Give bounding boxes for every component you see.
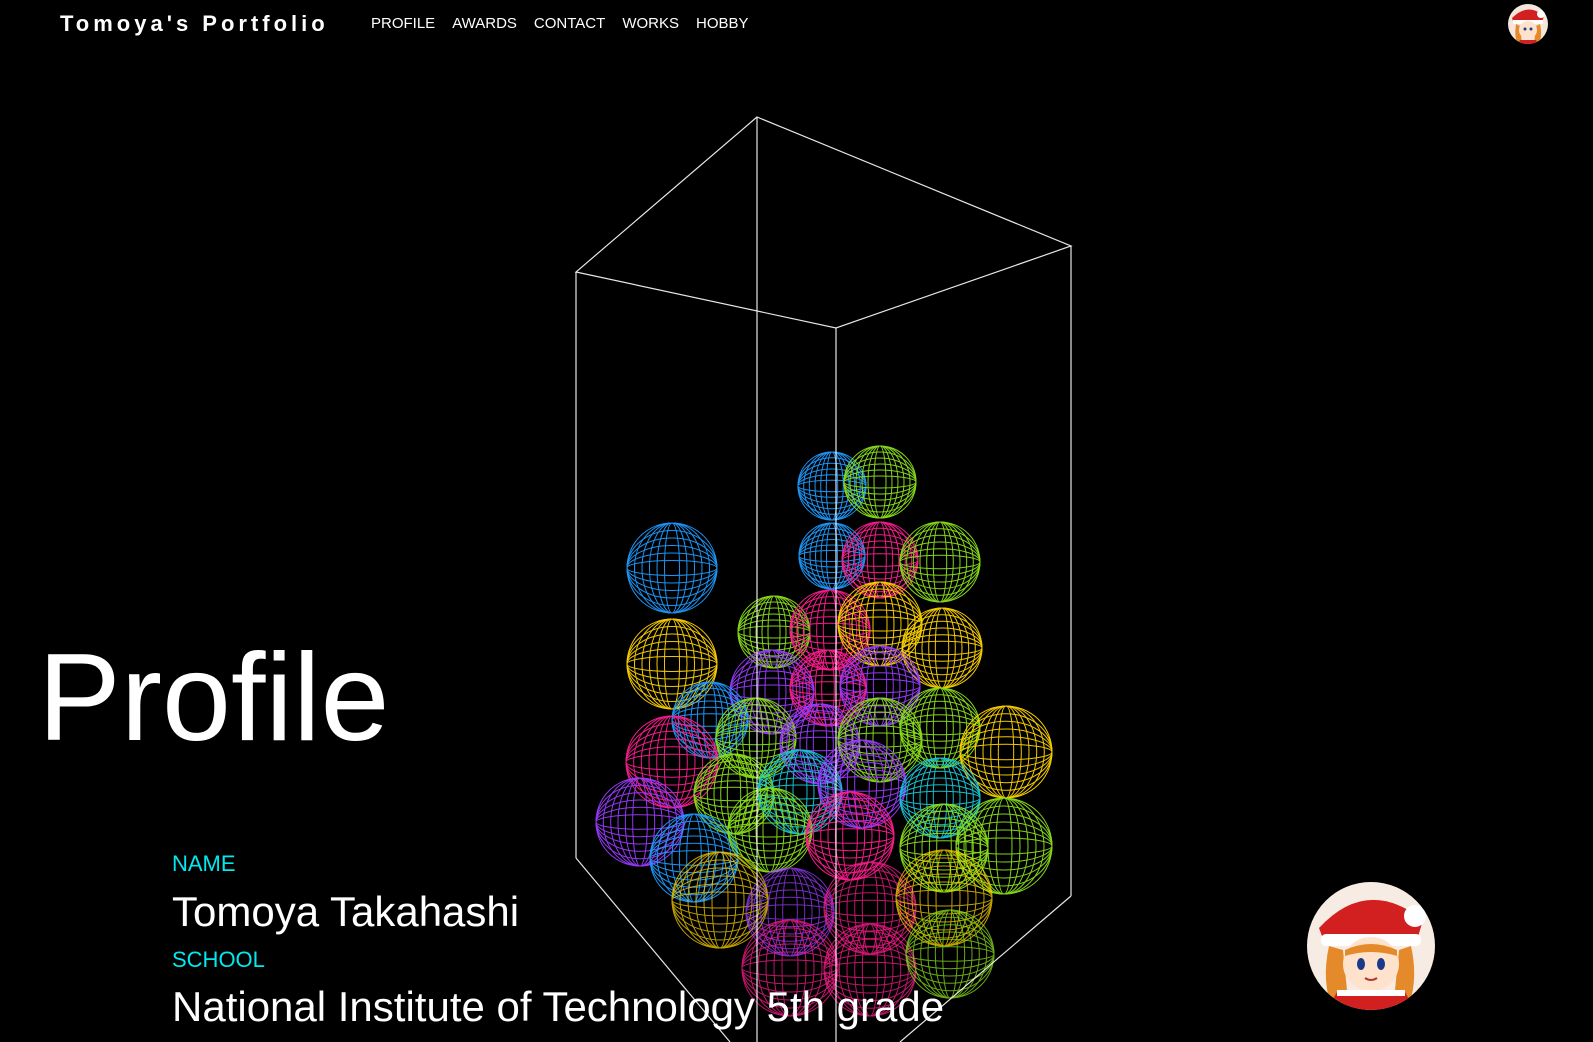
name-label: NAME xyxy=(172,851,236,876)
nav-link-works[interactable]: WORKS xyxy=(622,15,679,33)
name-value: Tomoya Takahashi xyxy=(172,888,520,935)
wireframe-ball xyxy=(625,715,719,809)
ball-pile xyxy=(595,445,1053,1017)
wireframe-ball xyxy=(727,787,813,873)
wireframe-ball xyxy=(649,813,739,903)
avatar-icon[interactable] xyxy=(1508,4,1548,44)
wireframe-ball xyxy=(823,861,917,955)
nav-link-hobby[interactable]: HOBBY xyxy=(696,15,749,33)
main-nav: PROFILE AWARDS CONTACT WORKS HOBBY xyxy=(371,15,749,33)
portfolio-page: Tomoya's Portfolio PROFILE AWARDS CONTAC… xyxy=(0,0,1593,1042)
school-label: SCHOOL xyxy=(172,947,265,972)
wireframe-ball xyxy=(955,797,1053,895)
avatar-icon xyxy=(1307,882,1435,1010)
site-brand[interactable]: Tomoya's Portfolio xyxy=(60,10,329,38)
nav-link-awards[interactable]: AWARDS xyxy=(452,15,517,33)
nav-link-contact[interactable]: CONTACT xyxy=(534,15,605,33)
page-title: Profile xyxy=(38,629,390,767)
wireframe-ball xyxy=(595,777,685,867)
nav-link-profile[interactable]: PROFILE xyxy=(371,15,435,33)
wireframe-ball xyxy=(626,522,718,614)
school-value: National Institute of Technology 5th gra… xyxy=(172,983,945,1030)
profile-avatar xyxy=(1307,882,1435,1010)
